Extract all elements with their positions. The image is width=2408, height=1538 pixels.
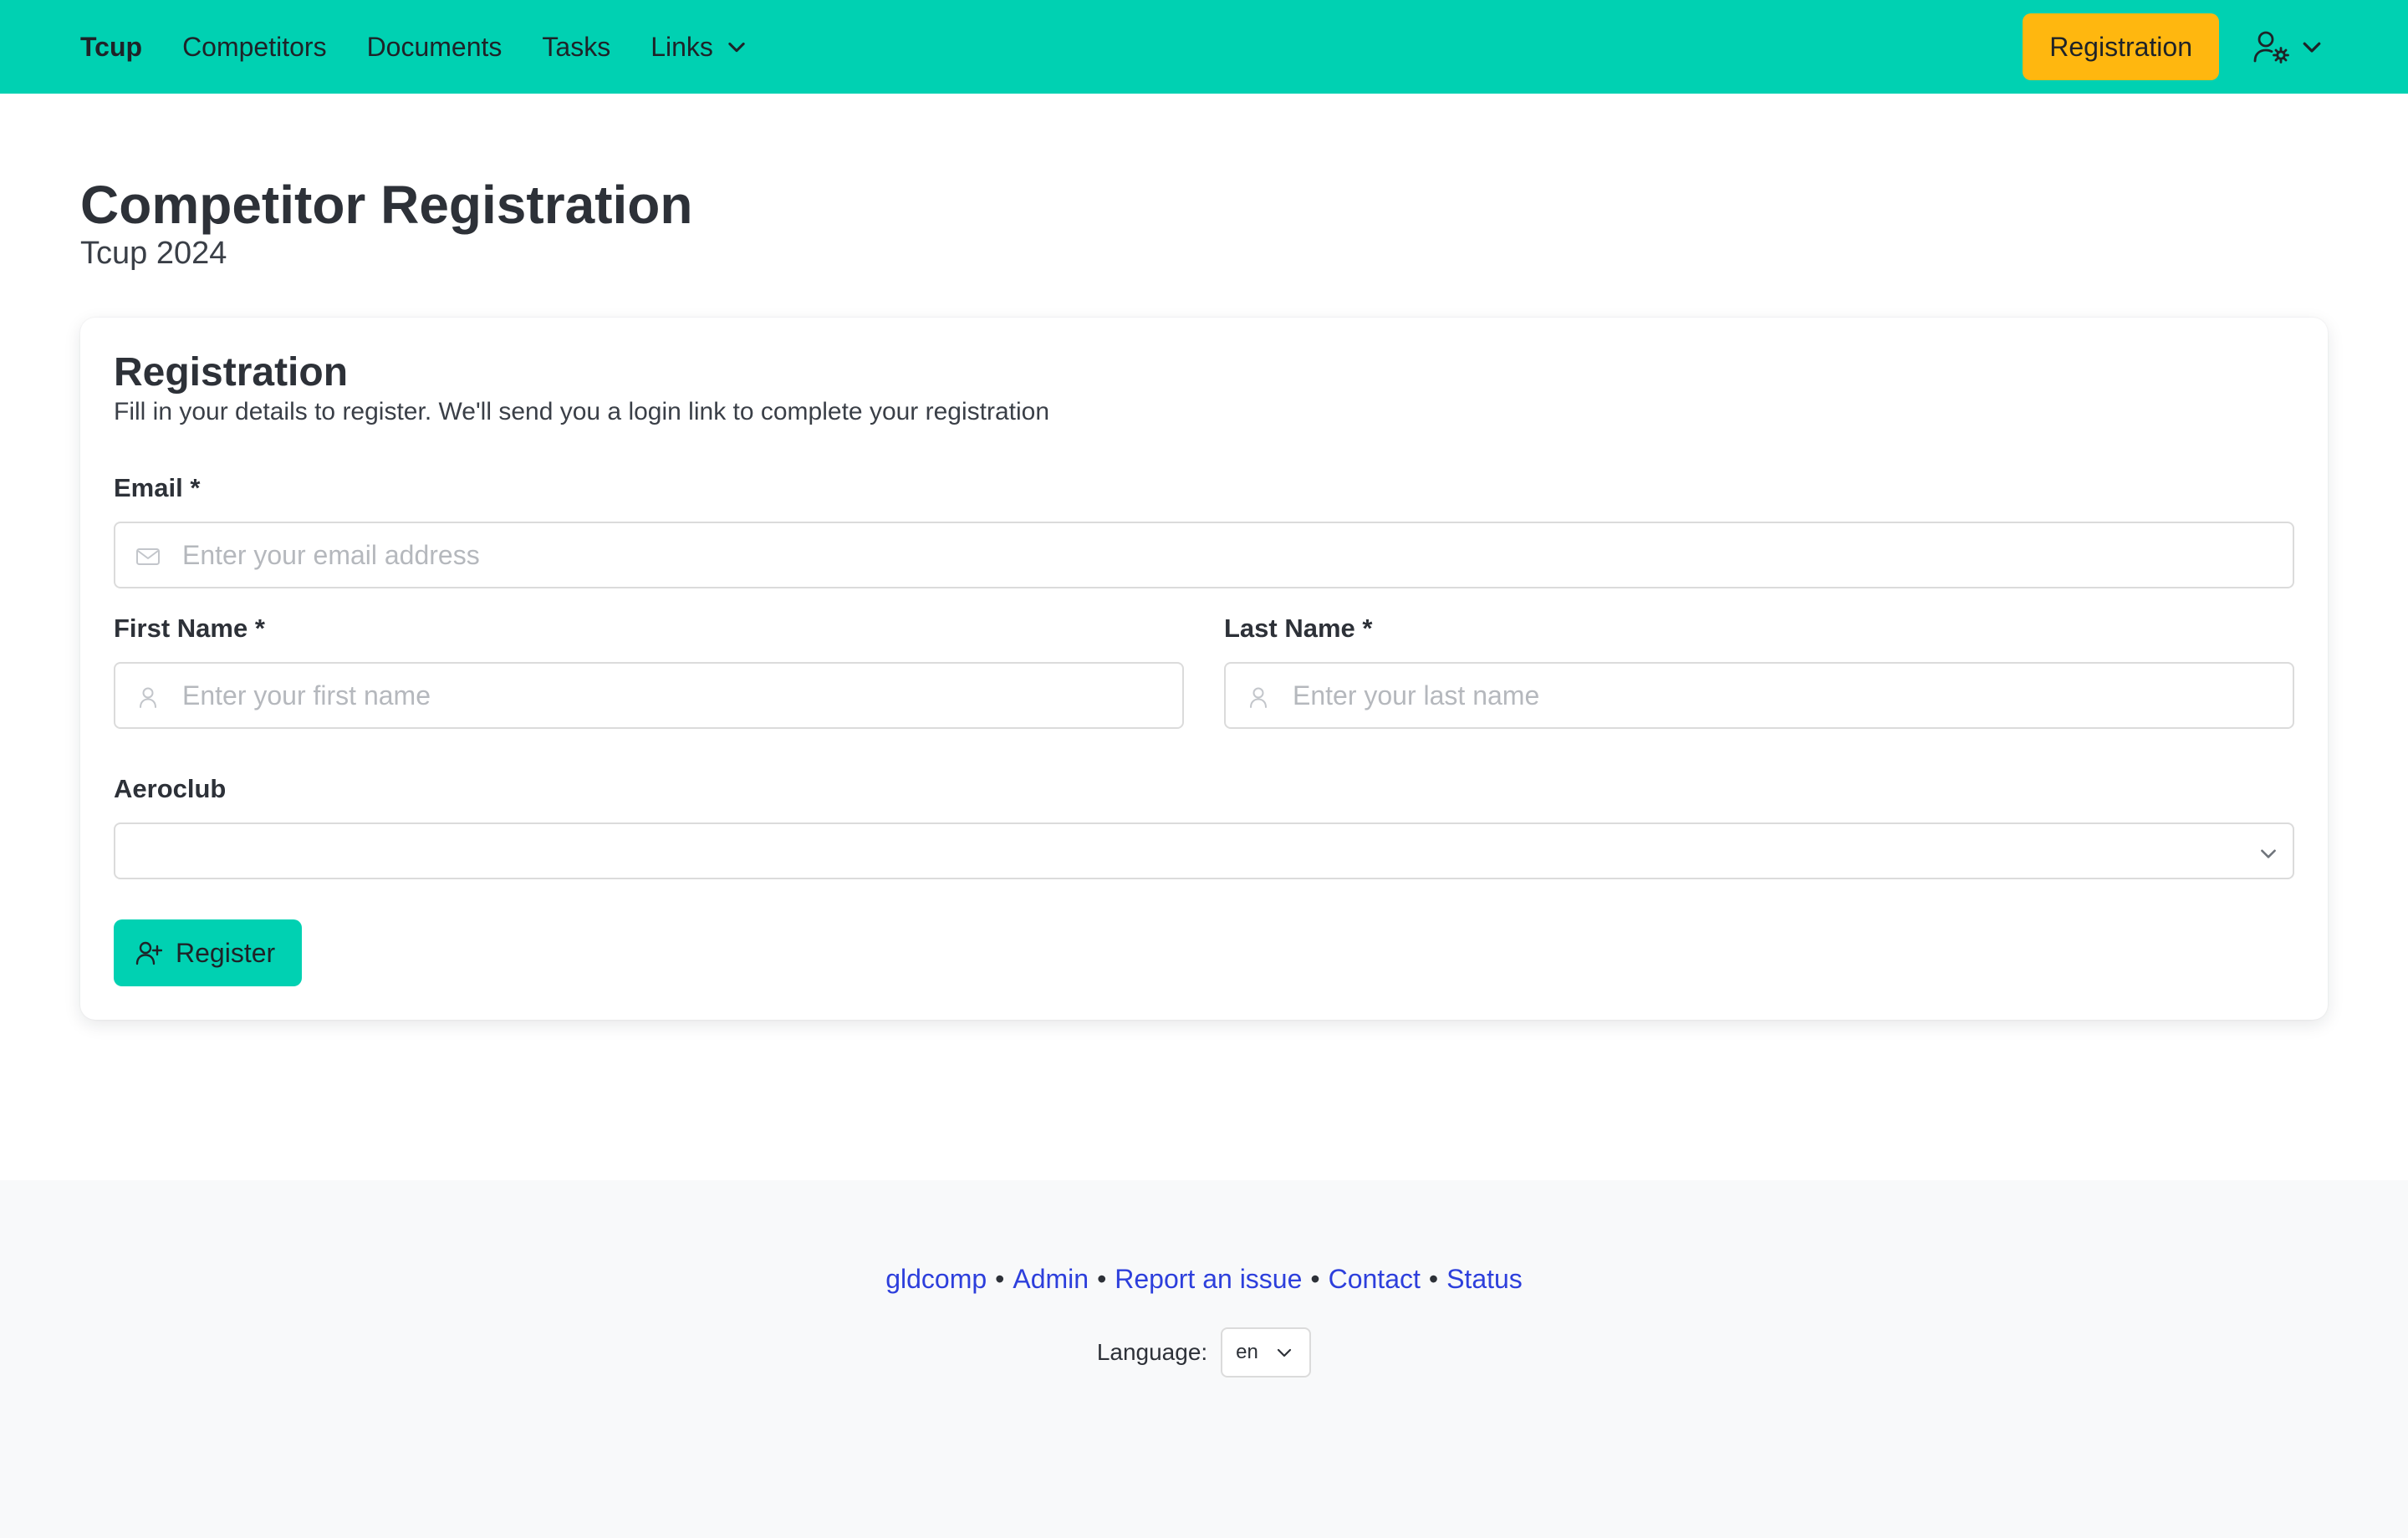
language-label: Language: (1096, 1339, 1208, 1365)
aeroclub-label: Aeroclub (114, 774, 227, 803)
email-field (114, 522, 2294, 588)
page-subtitle: Tcup 2024 (80, 236, 227, 271)
language-select[interactable]: en (1221, 1327, 1312, 1378)
footer-separator: • (1310, 1264, 1320, 1294)
nav-item-links-dropdown[interactable]: Links (630, 0, 768, 94)
page-title: Competitor Registration (80, 175, 693, 235)
envelope-icon (135, 545, 161, 568)
card-title: Registration (114, 350, 349, 395)
nav-item-tasks[interactable]: Tasks (522, 0, 630, 94)
chevron-down-icon (725, 35, 748, 59)
user-menu-dropdown[interactable] (2252, 29, 2324, 64)
user-icon (135, 685, 161, 709)
email-input[interactable] (182, 523, 2276, 587)
registration-card: Registration Fill in your details to reg… (80, 318, 2328, 1020)
nav-right: Registration (2023, 0, 2324, 94)
register-button[interactable]: Register (114, 919, 303, 986)
first-name-input[interactable] (182, 664, 1166, 727)
register-button-label: Register (176, 937, 276, 968)
language-value: en (1236, 1341, 1258, 1363)
nav-item-documents[interactable]: Documents (347, 0, 523, 94)
chevron-down-icon (2299, 34, 2324, 59)
user-plus-icon (135, 940, 162, 965)
footer-link-report-issue[interactable]: Report an issue (1115, 1264, 1302, 1294)
footer: gldcomp • Admin • Report an issue • Contact • St… (0, 1180, 2408, 1538)
email-label: Email * (114, 473, 201, 502)
first-name-label: First Name * (114, 614, 265, 643)
last-name-input[interactable] (1293, 664, 2276, 727)
user-icon (1246, 685, 1271, 709)
registration-button[interactable]: Registration (2023, 13, 2219, 80)
footer-link-contact[interactable]: Contact (1329, 1264, 1421, 1294)
footer-separator: • (1428, 1264, 1439, 1294)
footer-separator: • (995, 1264, 1005, 1294)
footer-links: gldcomp • Admin • Report an issue • Contact • St… (0, 1264, 2408, 1295)
footer-link-gldcomp[interactable]: gldcomp (885, 1264, 987, 1294)
first-name-field (114, 662, 1184, 729)
nav-links-label: Links (650, 31, 713, 62)
nav-item-competitors[interactable]: Competitors (162, 0, 347, 94)
chevron-down-icon (2258, 843, 2279, 864)
footer-link-admin[interactable]: Admin (1013, 1264, 1089, 1294)
card-description: Fill in your details to register. We'll … (114, 398, 1050, 425)
last-name-field (1224, 662, 2294, 729)
top-navbar: Tcup Competitors Documents Tasks Links R… (0, 0, 2408, 94)
aeroclub-select[interactable] (114, 822, 2294, 879)
nav-left: Tcup Competitors Documents Tasks Links (60, 0, 768, 94)
language-row: Language: en (0, 1327, 2408, 1378)
nav-brand[interactable]: Tcup (60, 0, 162, 94)
chevron-down-icon (1274, 1342, 1294, 1362)
footer-separator: • (1097, 1264, 1107, 1294)
last-name-label: Last Name * (1224, 614, 1373, 643)
user-gear-icon (2252, 29, 2291, 64)
footer-link-status[interactable]: Status (1446, 1264, 1523, 1294)
